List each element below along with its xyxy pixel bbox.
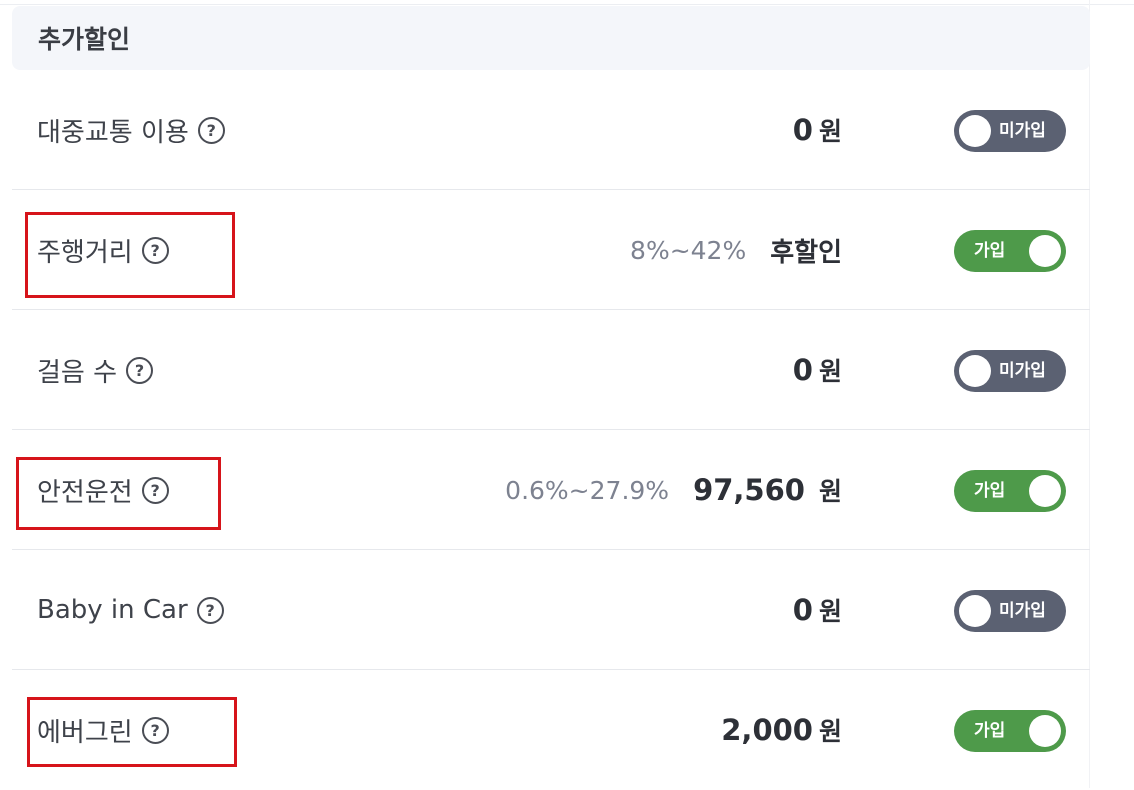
highlight-box-evergreen xyxy=(27,697,237,767)
discount-amount: 0 xyxy=(792,353,813,387)
toggle-label: 미가입 xyxy=(999,361,1046,381)
toggle-knob xyxy=(1029,475,1061,507)
toggle-label: 가입 xyxy=(974,481,1006,501)
question-circle-icon[interactable]: ? xyxy=(196,596,224,624)
discount-range: 8%~42% xyxy=(630,235,747,265)
subscription-toggle[interactable]: 미가입 xyxy=(954,350,1066,392)
discount-label-text: Baby in Car xyxy=(37,595,188,625)
highlight-box-mileage xyxy=(25,212,235,298)
toggle-knob xyxy=(959,595,991,627)
highlight-box-safe-driving xyxy=(16,457,221,530)
section-title: 추가할인 xyxy=(38,25,131,54)
subscription-toggle[interactable]: 가입 xyxy=(954,470,1066,512)
discount-value: 8%~42% 후할인 xyxy=(630,190,842,310)
toggle-knob xyxy=(1029,715,1061,747)
discount-unit: 원 xyxy=(818,357,842,386)
subscription-toggle[interactable]: 가입 xyxy=(954,230,1066,272)
discount-amount: 97,560 xyxy=(693,473,805,507)
discount-label-text: 대중교통 이용 xyxy=(37,117,189,148)
toggle-label: 미가입 xyxy=(999,601,1046,621)
discount-label: 걸음 수 ? xyxy=(37,310,154,430)
discount-amount: 0 xyxy=(792,113,813,147)
toggle-label: 가입 xyxy=(974,241,1006,261)
discount-unit: 원 xyxy=(818,717,842,746)
toggle-label: 가입 xyxy=(974,721,1006,741)
toggle-label: 미가입 xyxy=(999,121,1046,141)
discount-amount: 후할인 xyxy=(770,237,842,268)
toggle-knob xyxy=(1029,235,1061,267)
discount-row-baby-in-car: Baby in Car ? 0 원 미가입 xyxy=(12,550,1090,670)
discount-unit: 원 xyxy=(818,477,842,506)
question-circle-icon[interactable]: ? xyxy=(126,356,154,384)
discount-value: 0 원 xyxy=(793,310,842,430)
discount-value: 0 원 xyxy=(793,70,842,190)
discount-amount: 2,000 xyxy=(721,713,813,747)
discount-label: Baby in Car ? xyxy=(37,550,224,670)
discount-unit: 원 xyxy=(818,597,842,626)
discount-range: 0.6%~27.9% xyxy=(505,475,670,505)
subscription-toggle[interactable]: 가입 xyxy=(954,710,1066,752)
toggle-knob xyxy=(959,115,991,147)
discount-amount: 0 xyxy=(792,593,813,627)
toggle-knob xyxy=(959,355,991,387)
discount-label: 대중교통 이용 ? xyxy=(37,70,225,190)
discount-unit: 원 xyxy=(818,117,842,146)
top-divider xyxy=(0,4,1134,5)
discount-row-steps: 걸음 수 ? 0 원 미가입 xyxy=(12,310,1090,430)
discount-row-public-transit: 대중교통 이용 ? 0 원 미가입 xyxy=(12,70,1090,190)
subscription-toggle[interactable]: 미가입 xyxy=(954,590,1066,632)
discount-value: 0 원 xyxy=(793,550,842,670)
section-header: 추가할인 xyxy=(12,6,1090,70)
discount-value: 2,000 원 xyxy=(721,670,842,790)
question-circle-icon[interactable]: ? xyxy=(197,116,225,144)
discount-value: 0.6%~27.9% 97,560 원 xyxy=(505,430,842,550)
discount-label-text: 걸음 수 xyxy=(37,357,118,388)
subscription-toggle[interactable]: 미가입 xyxy=(954,110,1066,152)
